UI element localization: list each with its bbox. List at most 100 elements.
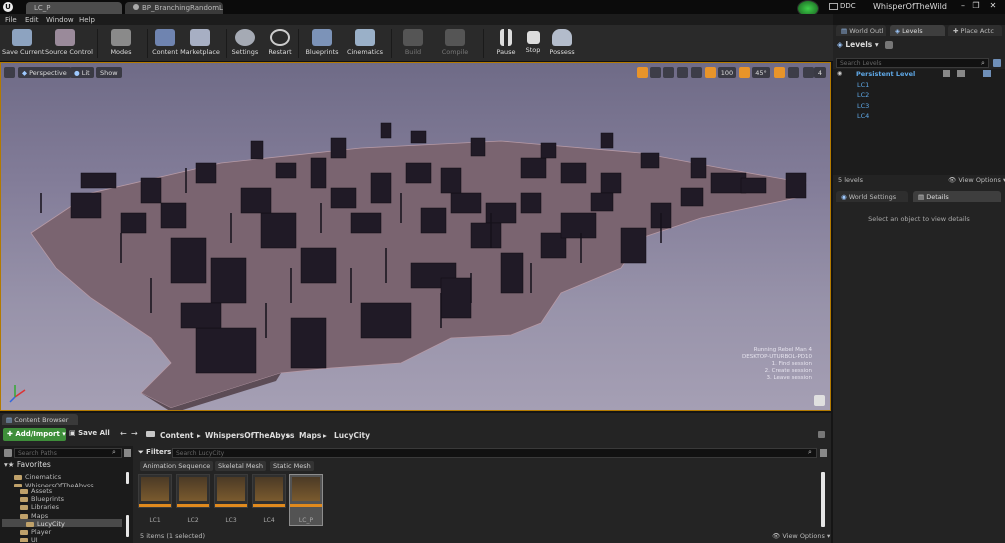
possess-button[interactable]: Possess — [542, 27, 582, 60]
blueprints-button[interactable]: Blueprints — [302, 27, 342, 60]
warning-icon[interactable] — [788, 67, 799, 78]
rotation-snap-icon[interactable] — [739, 67, 750, 78]
possess-icon — [552, 29, 572, 46]
viewport-maximize-button[interactable] — [814, 395, 825, 406]
rotation-snap-value[interactable]: 45° — [752, 67, 770, 78]
content-view-options[interactable]: 👁 View Options ▾ — [772, 532, 830, 540]
marketplace-button[interactable]: Marketplace — [180, 27, 220, 60]
folder-libraries[interactable]: Libraries — [20, 503, 59, 511]
asset-tile-lc4[interactable] — [252, 474, 286, 508]
persistent-level[interactable]: Persistent Level — [856, 70, 915, 78]
toolbar-separator — [483, 29, 484, 58]
level-item-lc2[interactable]: LC2 — [857, 91, 869, 99]
build-button[interactable]: Build — [393, 27, 433, 60]
folder-player[interactable]: Player — [20, 528, 51, 536]
search-icon: ⌕ — [981, 59, 985, 67]
sources-toggle-icon[interactable] — [4, 449, 12, 457]
folder-lucycity[interactable]: LucyCity — [26, 520, 65, 528]
show-button[interactable]: Show — [96, 67, 122, 78]
history-back-button[interactable]: ← — [120, 429, 127, 438]
tab-blueprint[interactable]: BP_BranchingRandomLevel — [125, 2, 223, 14]
level-lock-icon[interactable] — [957, 70, 965, 77]
sources-options-icon[interactable] — [124, 449, 131, 457]
viewport-menu-button[interactable] — [4, 67, 15, 78]
modes-button[interactable]: Modes — [101, 27, 141, 60]
lock-icon[interactable] — [818, 431, 825, 438]
save-all-button[interactable]: ▣ Save All — [69, 429, 110, 437]
maximize-button[interactable]: ❐ — [971, 2, 981, 11]
grid-snap-icon[interactable] — [705, 67, 716, 78]
visibility-eye-icon[interactable]: ◉ — [837, 70, 842, 77]
menu-window[interactable]: Window — [46, 16, 74, 24]
ddc-indicator[interactable]: DDC — [829, 2, 856, 10]
level-item-lc3[interactable]: LC3 — [857, 102, 869, 110]
level-save-icon[interactable] — [943, 70, 950, 77]
tab-world-outliner[interactable]: ▤ World Outl — [836, 25, 886, 36]
add-import-button[interactable]: ✚ Add/Import ▾ — [3, 428, 66, 441]
search-paths-input[interactable]: Search Paths — [14, 448, 122, 458]
breadcrumb-content[interactable]: Content — [160, 431, 194, 440]
content-browser-tab[interactable]: ▤ Content Browser — [2, 414, 78, 425]
rotate-tool-icon[interactable] — [650, 67, 661, 78]
lit-button[interactable]: ● Lit — [70, 67, 94, 78]
asset-type-bar — [290, 504, 322, 507]
menu-edit[interactable]: Edit — [25, 16, 39, 24]
axis-gizmo — [9, 385, 26, 403]
grid-snap-value[interactable]: 100 — [718, 67, 736, 78]
asset-tile-lc3[interactable] — [214, 474, 248, 508]
history-forward-button[interactable]: → — [131, 429, 138, 438]
sources-scrollbar-lower[interactable] — [126, 515, 129, 537]
menu-file[interactable]: File — [5, 16, 17, 24]
surface-snap-icon[interactable] — [691, 67, 702, 78]
breadcrumb-whispers[interactable]: WhispersOfTheAbyss — [205, 431, 294, 440]
minimize-button[interactable]: – — [958, 2, 968, 11]
levels-menu[interactable]: ◈ Levels ▾ — [837, 40, 879, 49]
asset-scrollbar[interactable] — [821, 472, 825, 527]
restart-button[interactable]: Restart — [260, 27, 300, 60]
tab-levels[interactable]: ◈ Levels — [890, 25, 945, 36]
favorite-folder-cinematics[interactable]: Cinematics — [14, 473, 61, 481]
asset-tile-lc1[interactable] — [138, 474, 172, 508]
content-button[interactable]: Content — [145, 27, 185, 60]
level-blueprint-icon[interactable] — [983, 70, 991, 77]
asset-tile-lc2[interactable] — [176, 474, 210, 508]
folder-blueprints[interactable]: Blueprints — [20, 495, 64, 503]
filter-static-mesh[interactable]: Static Mesh — [270, 461, 314, 471]
translate-tool-icon[interactable] — [637, 67, 648, 78]
levels-settings-icon[interactable] — [885, 41, 893, 49]
save-current-button[interactable]: Save Current — [2, 27, 44, 60]
filter-animation-sequence[interactable]: Animation Sequence — [140, 461, 214, 471]
scale-tool-icon[interactable] — [663, 67, 674, 78]
asset-options-icon[interactable] — [820, 449, 827, 457]
camera-speed-value[interactable]: 4 — [814, 67, 826, 78]
asset-search-input[interactable]: Search LucyCity — [172, 448, 817, 458]
settings-button[interactable]: Settings — [225, 27, 265, 60]
cinematics-button[interactable]: Cinematics — [345, 27, 385, 60]
tab-place-actors[interactable]: ✚ Place Actc — [948, 25, 1002, 36]
camera-speed-icon[interactable] — [803, 67, 814, 78]
filter-skeletal-mesh[interactable]: Skeletal Mesh — [215, 461, 266, 471]
sources-scrollbar[interactable] — [126, 472, 129, 484]
tab-details[interactable]: ▤ Details — [913, 191, 1001, 202]
scale-snap-icon[interactable] — [774, 67, 785, 78]
level-viewport[interactable]: ◆ Perspective ● Lit Show 100 45° 4 Runni… — [0, 62, 831, 411]
menu-help[interactable]: Help — [79, 16, 95, 24]
perspective-button[interactable]: ◆ Perspective — [18, 67, 71, 78]
folder-assets[interactable]: Assets — [20, 487, 52, 495]
close-button[interactable]: ✕ — [987, 2, 999, 11]
breadcrumb-maps[interactable]: Maps — [299, 431, 321, 440]
level-item-lc4[interactable]: LC4 — [857, 112, 869, 120]
tab-world-settings[interactable]: ◉ World Settings — [836, 191, 908, 202]
stop-icon — [526, 31, 540, 44]
source-control-button[interactable]: Source Control — [45, 27, 93, 60]
levels-view-options[interactable]: 👁 View Options ▾ — [948, 176, 1005, 184]
tab-level[interactable]: LC_P — [26, 2, 122, 14]
levels-options-icon[interactable] — [993, 59, 1001, 67]
folder-ui[interactable]: UI — [20, 536, 38, 542]
world-local-icon[interactable] — [677, 67, 688, 78]
level-item-lc1[interactable]: LC1 — [857, 81, 869, 89]
breadcrumb-lucycity[interactable]: LucyCity — [334, 431, 370, 440]
levels-search-input[interactable]: Search Levels — [836, 58, 989, 68]
compile-button[interactable]: Compile — [435, 27, 475, 60]
favorites-header[interactable]: ▾★ Favorites — [4, 460, 51, 469]
